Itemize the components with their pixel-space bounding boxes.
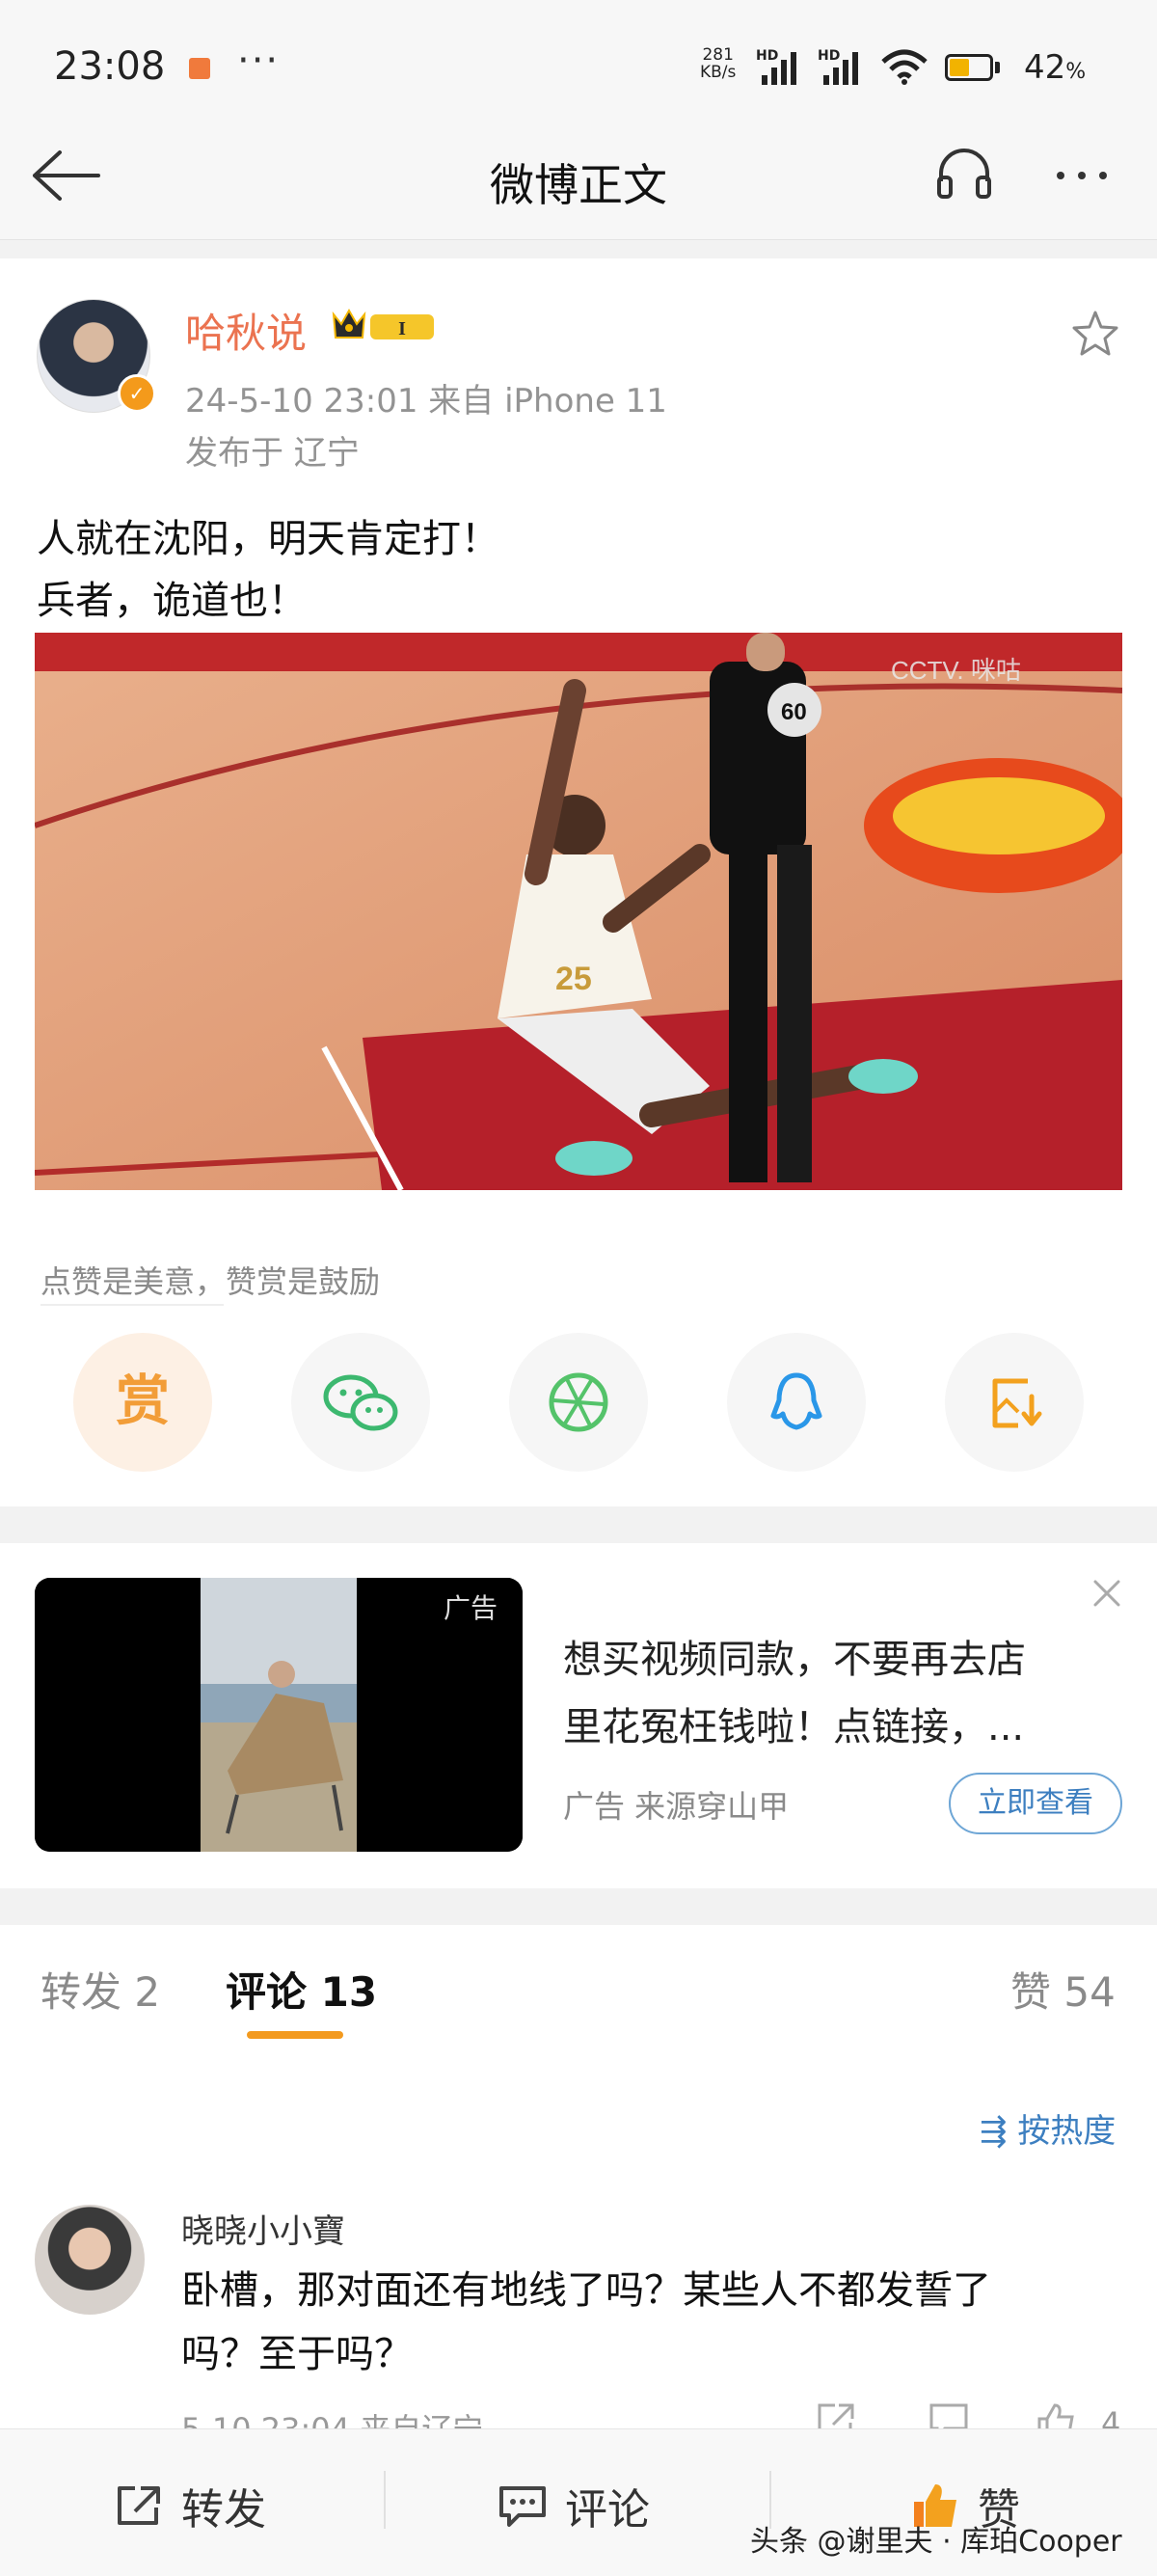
comment-text-line-1: 卧槽，那对面还有地线了吗？某些人不都发誓了: [181, 2268, 991, 2313]
network-speed-unit: KB/s: [700, 63, 737, 82]
network-speed-value: 281: [702, 45, 734, 65]
comment-label: 评论: [565, 2485, 650, 2535]
repost-icon: [118, 2486, 160, 2525]
battery-percent: 42%: [1024, 48, 1087, 87]
bottom-divider-1: [384, 2471, 386, 2529]
battery-icon: [945, 54, 993, 81]
verified-badge-icon: ✓: [118, 374, 156, 413]
post-text-line-1: 人就在沈阳，明天肯定打！: [37, 517, 499, 561]
reward-hint-divider: [40, 1304, 224, 1306]
share-wechat-button[interactable]: [291, 1333, 430, 1472]
sort-label: 按热度: [1017, 2112, 1117, 2151]
network-speed: 281 KB/s: [700, 46, 736, 81]
comment-text-line-2: 吗？至于吗？: [181, 2332, 413, 2376]
ad-text-line-1[interactable]: 想买视频同款，不要再去店: [563, 1628, 1026, 1684]
post-time-source: 24-5-10 23:01 来自 iPhone 11: [185, 382, 667, 420]
tab-likes[interactable]: 赞 54: [1010, 1960, 1116, 2019]
ad-source: 广告 来源穿山甲: [563, 1788, 790, 1825]
ad-text-line-2[interactable]: 里花冤枉钱啦！点链接，...: [563, 1695, 1024, 1751]
more-options-icon[interactable]: [1057, 172, 1107, 179]
vip-level: I: [398, 318, 406, 339]
comment-button[interactable]: 评论: [498, 2475, 650, 2536]
share-moments-button[interactable]: [509, 1333, 648, 1472]
status-more-icon: ···: [237, 39, 281, 83]
repost-label: 转发: [181, 2485, 266, 2535]
reward-label: 赏: [116, 1370, 170, 1433]
source-watermark: 头条 @谢里夫 · 库珀Cooper: [750, 2525, 1122, 2559]
post-text-line-2: 兵者，诡道也！: [37, 579, 307, 623]
favorite-star-icon[interactable]: [1068, 307, 1122, 361]
notification-icon: [189, 58, 210, 79]
reward-hint: 点赞是美意，赞赏是鼓励: [40, 1263, 381, 1300]
headphones-icon[interactable]: [933, 143, 995, 204]
share-qq-button[interactable]: [727, 1333, 866, 1472]
wifi-icon: [881, 49, 928, 85]
save-image-button[interactable]: [945, 1333, 1084, 1472]
tab-comments[interactable]: 评论 13: [226, 1960, 377, 2019]
signal-icon-1: [762, 50, 796, 85]
moments-aperture-icon: [549, 1372, 608, 1432]
jersey-number-player: 25: [555, 961, 592, 997]
post-location: 发布于 辽宁: [185, 434, 360, 473]
active-tab-indicator: [247, 2031, 343, 2039]
author-name[interactable]: 哈秋说: [185, 301, 307, 360]
view-now-button[interactable]: 立即查看: [949, 1773, 1122, 1834]
commenter-name[interactable]: 晓晓小小寶: [181, 2205, 345, 2252]
comment-icon: [499, 2486, 546, 2527]
sort-by-hot-button[interactable]: ⇶ 按热度: [980, 2104, 1116, 2152]
vip-crown-icon[interactable]: I: [328, 305, 440, 345]
save-image-icon: [992, 1378, 1042, 1428]
image-broadcast-watermark: CCTV. 咪咕: [891, 656, 1021, 685]
repost-button[interactable]: 转发: [114, 2475, 266, 2536]
battery-tip: [995, 62, 1000, 73]
status-time: 23:08: [54, 44, 166, 89]
close-icon[interactable]: [1088, 1574, 1126, 1613]
qq-penguin-icon: [770, 1372, 822, 1430]
post-image[interactable]: 25 60 CCTV. 咪咕: [35, 633, 1122, 1190]
sort-icon: ⇶: [980, 2112, 1008, 2151]
interaction-tabs: [0, 1925, 1157, 2047]
signal-icon-2: [823, 50, 858, 85]
jersey-number-ref: 60: [781, 699, 807, 725]
tab-repost[interactable]: 转发 2: [40, 1960, 160, 2019]
ad-label: 广告: [444, 1592, 498, 1624]
reward-button[interactable]: 赏: [73, 1333, 212, 1472]
commenter-avatar[interactable]: [35, 2205, 145, 2315]
wechat-icon: [323, 1374, 398, 1431]
